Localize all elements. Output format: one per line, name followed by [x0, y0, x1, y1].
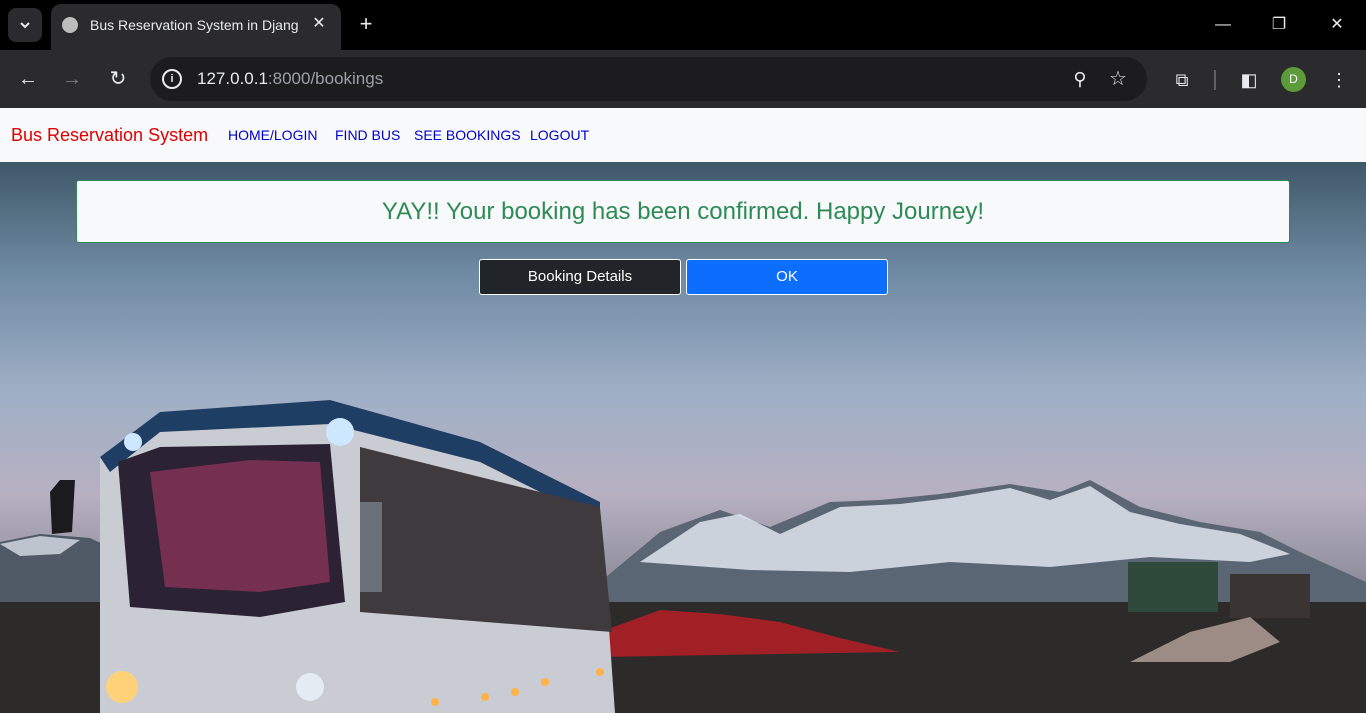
tab-title: Bus Reservation System in Djang: [90, 17, 299, 33]
minimize-icon[interactable]: —: [1208, 10, 1238, 40]
address-bar[interactable]: i 127.0.0.1:8000/bookings ⚲ ☆: [150, 57, 1147, 101]
zoom-icon[interactable]: ⚲: [1068, 67, 1092, 91]
globe-icon: [62, 17, 78, 33]
reload-icon[interactable]: ↻: [101, 62, 135, 96]
menu-kebab-icon[interactable]: ⋮: [1325, 66, 1353, 94]
booking-confirmed-alert: YAY!! Your booking has been confirmed. H…: [76, 180, 1290, 243]
nav-link-home-login[interactable]: HOME/LOGIN: [228, 127, 317, 143]
page-viewport: Bus Reservation System HOME/LOGIN FIND B…: [0, 108, 1366, 713]
nav-link-find-bus[interactable]: FIND BUS: [335, 127, 400, 143]
site-info-icon[interactable]: i: [162, 69, 182, 89]
extensions-icon[interactable]: ⧉: [1168, 66, 1196, 94]
navbar-brand[interactable]: Bus Reservation System: [11, 125, 208, 146]
alert-message: YAY!! Your booking has been confirmed. H…: [381, 198, 985, 225]
back-icon[interactable]: ←: [11, 62, 45, 96]
chevron-down-icon: [20, 22, 30, 29]
browser-tab[interactable]: Bus Reservation System in Djang ✕: [51, 4, 341, 50]
profile-avatar[interactable]: D: [1281, 67, 1306, 92]
browser-tab-bar: Bus Reservation System in Djang ✕ + — ❐ …: [0, 0, 1366, 50]
booking-details-button[interactable]: Booking Details: [479, 259, 681, 295]
forward-icon[interactable]: →: [55, 62, 89, 96]
nav-link-see-bookings[interactable]: SEE BOOKINGS: [414, 127, 521, 143]
ok-button[interactable]: OK: [686, 259, 888, 295]
bookmark-star-icon[interactable]: ☆: [1106, 67, 1130, 91]
url-text[interactable]: 127.0.0.1:8000/bookings: [197, 69, 383, 89]
close-window-icon[interactable]: ✕: [1322, 10, 1352, 40]
side-panel-icon[interactable]: ◧: [1235, 66, 1263, 94]
hero-background: YAY!! Your booking has been confirmed. H…: [0, 162, 1366, 713]
tab-search-button[interactable]: [8, 8, 42, 42]
bus-landscape-image: [0, 400, 1366, 713]
new-tab-button[interactable]: +: [354, 12, 378, 36]
toolbar-divider: [1214, 70, 1216, 90]
nav-link-logout[interactable]: LOGOUT: [530, 127, 589, 143]
close-tab-icon[interactable]: ✕: [311, 16, 327, 32]
restore-icon[interactable]: ❐: [1264, 10, 1294, 40]
site-navbar: Bus Reservation System HOME/LOGIN FIND B…: [0, 108, 1366, 162]
browser-toolbar: ← → ↻ i 127.0.0.1:8000/bookings ⚲ ☆: [0, 50, 1366, 108]
